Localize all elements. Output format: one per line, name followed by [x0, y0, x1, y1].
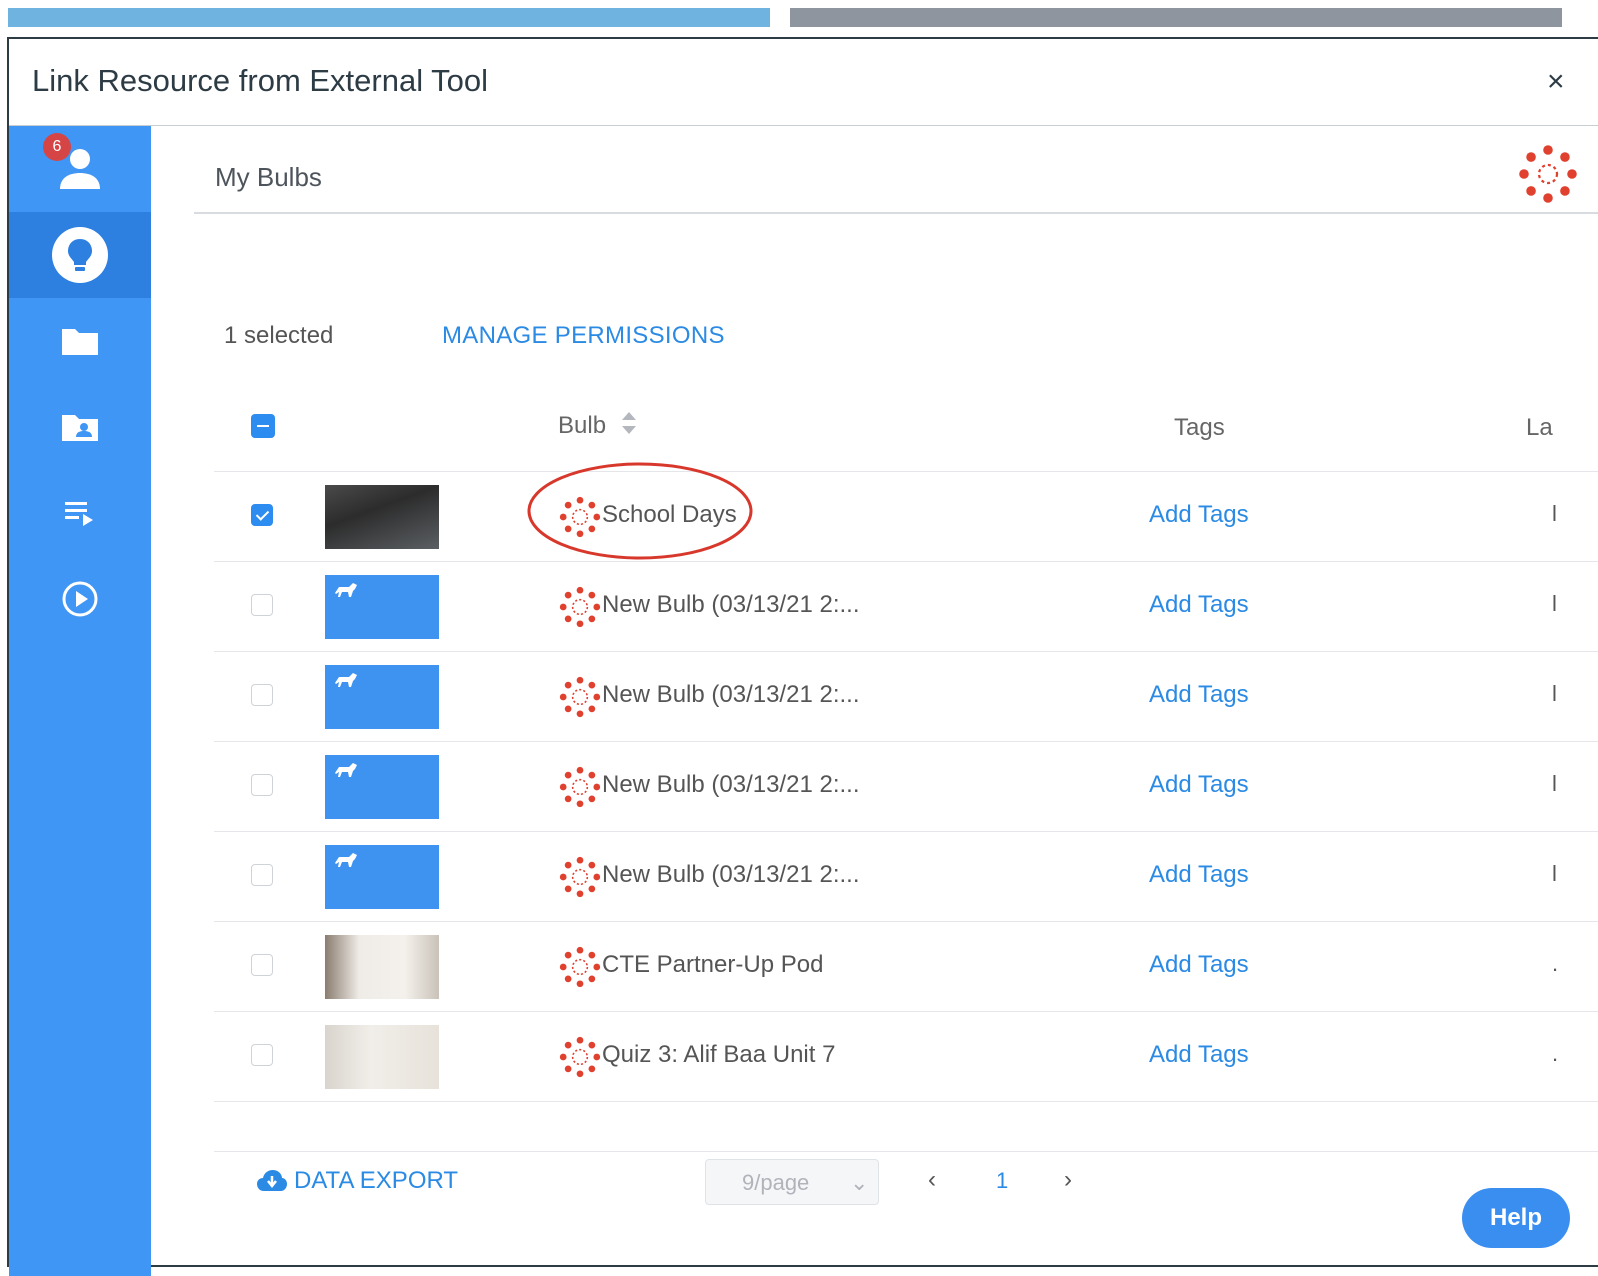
external-tool-modal: Link Resource from External Tool × 6 My … [7, 37, 1598, 1276]
bulb-name[interactable]: New Bulb (03/13/21 2:... [602, 591, 859, 619]
footer-divider [214, 1151, 1598, 1152]
header-divider [194, 212, 1598, 214]
folder-icon [62, 329, 98, 355]
row-truncated-cell: . [1552, 1041, 1559, 1066]
selection-count: 1 selected [224, 322, 334, 349]
modal-title: Link Resource from External Tool [32, 63, 489, 98]
row-checkbox[interactable] [251, 684, 273, 706]
add-tags-link[interactable]: Add Tags [1149, 771, 1249, 799]
add-tags-link[interactable]: Add Tags [1149, 501, 1249, 529]
bulb-name[interactable]: New Bulb (03/13/21 2:... [602, 861, 859, 889]
canvas-logo-icon [1518, 144, 1578, 209]
row-checkbox[interactable] [251, 594, 273, 616]
sidebar-item-playlists[interactable] [9, 470, 151, 556]
table-row[interactable]: Quiz 3: Alif Baa Unit 7 Add Tags. [214, 1012, 1598, 1102]
bulb-thumbnail[interactable] [325, 485, 439, 549]
bulb-thumbnail[interactable] [325, 755, 439, 819]
modal-header: Link Resource from External Tool × [9, 39, 1598, 126]
cloud-download-icon [257, 1170, 287, 1191]
row-truncated-cell: l [1552, 771, 1557, 796]
canvas-logo-icon [559, 766, 601, 813]
annotation-ellipse [527, 462, 753, 560]
bulb-thumbnail[interactable] [325, 1025, 439, 1089]
table-row[interactable]: CTE Partner-Up Pod Add Tags. [214, 922, 1598, 1012]
table-row[interactable]: New Bulb (03/13/21 2:... Add Tags l [214, 832, 1598, 922]
data-export-button[interactable]: DATA EXPORT [256, 1167, 458, 1195]
row-truncated-cell: l [1552, 591, 1557, 616]
manage-permissions-button[interactable]: MANAGE PERMISSIONS [442, 322, 725, 350]
bulb-name[interactable]: CTE Partner-Up Pod [602, 951, 823, 979]
row-checkbox[interactable] [251, 774, 273, 796]
table-row[interactable]: New Bulb (03/13/21 2:... Add Tags l [214, 742, 1598, 832]
row-checkbox[interactable] [251, 504, 273, 526]
add-tags-link[interactable]: Add Tags [1149, 1041, 1249, 1069]
browser-tab-bar-right [790, 8, 1562, 27]
page-size-select[interactable]: 9/page ⌄ [705, 1159, 879, 1205]
column-header-bulb[interactable]: Bulb [558, 412, 606, 440]
canvas-logo-icon [559, 586, 601, 633]
bulb-thumbnail[interactable] [325, 575, 439, 639]
bulb-thumbnail[interactable] [325, 845, 439, 909]
table-header: Bulb Tags La [214, 382, 1598, 472]
page-title: My Bulbs [215, 162, 322, 192]
sidebar-item-bulbs[interactable] [9, 212, 151, 298]
close-icon[interactable]: × [1547, 65, 1565, 99]
help-button[interactable]: Help [1462, 1188, 1570, 1248]
sidebar-item-shared[interactable] [9, 384, 151, 470]
row-truncated-cell: l [1552, 861, 1557, 886]
column-header-tags: Tags [1174, 414, 1225, 441]
bulb-name[interactable]: New Bulb (03/13/21 2:... [602, 771, 859, 799]
lightbulb-icon [52, 227, 108, 283]
table-row[interactable]: School Days Add Tags l [214, 472, 1598, 562]
table-row[interactable]: New Bulb (03/13/21 2:... Add Tags l [214, 562, 1598, 652]
browser-tab-bar-left [8, 8, 770, 27]
chevron-down-icon: ⌄ [850, 1170, 869, 1195]
playlist-icon [65, 502, 93, 526]
canvas-logo-icon [559, 946, 601, 993]
add-tags-link[interactable]: Add Tags [1149, 861, 1249, 889]
sort-icon[interactable] [619, 408, 639, 438]
row-checkbox[interactable] [251, 864, 273, 886]
data-export-label: DATA EXPORT [294, 1167, 459, 1194]
canvas-logo-icon [559, 1036, 601, 1083]
canvas-logo-icon [559, 676, 601, 723]
sidebar: 6 [9, 126, 151, 1276]
row-checkbox[interactable] [251, 954, 273, 976]
page-size-value: 9/page [742, 1170, 810, 1195]
bulb-thumbnail[interactable] [325, 935, 439, 999]
next-page-button[interactable]: › [1064, 1166, 1072, 1194]
table-row[interactable]: New Bulb (03/13/21 2:... Add Tags l [214, 652, 1598, 742]
bulb-name[interactable]: New Bulb (03/13/21 2:... [602, 681, 859, 709]
row-truncated-cell: l [1552, 501, 1557, 526]
column-header-last: La [1526, 414, 1553, 441]
shared-folder-icon [62, 415, 98, 441]
sidebar-item-profile[interactable]: 6 [9, 126, 151, 212]
select-all-checkbox[interactable] [251, 414, 275, 438]
add-tags-link[interactable]: Add Tags [1149, 591, 1249, 619]
notification-badge: 6 [43, 133, 71, 161]
sidebar-item-folders[interactable] [9, 298, 151, 384]
row-truncated-cell: l [1552, 681, 1557, 706]
add-tags-link[interactable]: Add Tags [1149, 681, 1249, 709]
row-truncated-cell: . [1552, 951, 1559, 976]
page-number-button[interactable]: 1 [996, 1168, 1008, 1194]
canvas-logo-icon [559, 856, 601, 903]
bulb-name[interactable]: Quiz 3: Alif Baa Unit 7 [602, 1041, 835, 1069]
bulb-thumbnail[interactable] [325, 665, 439, 729]
main-content: My Bulbs 1 selected MANAGE PERMISSIONS B… [152, 126, 1598, 1276]
table-body: School Days Add Tags l New Bulb (03/13/21 2… [214, 472, 1598, 1102]
add-tags-link[interactable]: Add Tags [1149, 951, 1249, 979]
row-checkbox[interactable] [251, 1044, 273, 1066]
previous-page-button[interactable]: ‹ [928, 1166, 936, 1194]
play-circle-icon [62, 581, 98, 617]
sidebar-item-player[interactable] [9, 556, 151, 642]
